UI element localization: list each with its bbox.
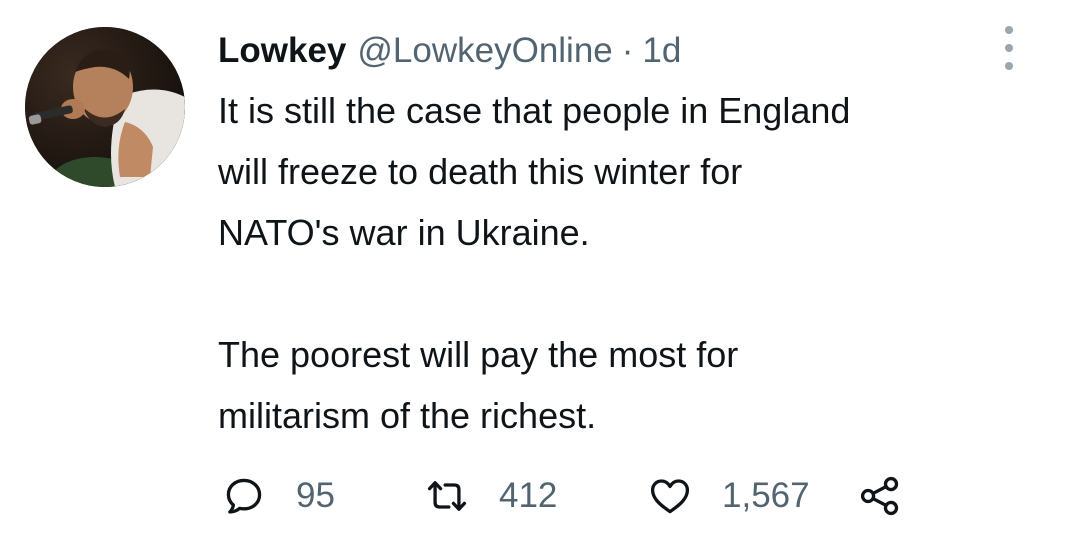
author-handle[interactable]: @LowkeyOnline [357,26,612,76]
tweet-paragraph: It is still the case that people in Engl… [218,90,851,253]
like-button[interactable]: 1,567 [648,470,810,522]
retweet-count: 412 [499,476,558,515]
avatar[interactable] [25,27,185,187]
share-icon [860,476,899,516]
more-options-icon[interactable] [996,26,1022,70]
more-dot [1005,26,1013,34]
retweet-button[interactable]: 412 [425,470,557,522]
timestamp[interactable]: 1d [642,26,681,76]
tweet-text: It is still the case that people in Engl… [218,80,1048,446]
heart-icon [650,479,690,514]
reply-button[interactable]: 95 [222,470,335,522]
more-dot [1005,62,1013,70]
separator-dot: · [621,31,634,70]
share-button[interactable] [858,470,902,522]
tweet-actions: 95 412 1,567 [222,470,922,522]
reply-count: 95 [296,476,335,515]
tweet-paragraph: The poorest will pay the most for milita… [218,334,739,436]
author-name[interactable]: Lowkey [218,26,346,76]
like-count: 1,567 [722,476,810,515]
retweet-icon [427,481,467,511]
more-dot [1005,44,1013,52]
tweet-header: Lowkey @LowkeyOnline · 1d [218,26,681,76]
reply-icon [226,478,262,514]
avatar-photo [25,27,185,187]
